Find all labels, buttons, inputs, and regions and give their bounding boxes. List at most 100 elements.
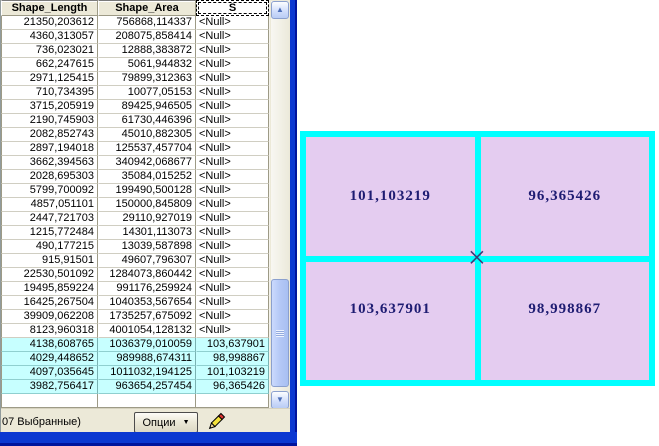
table-cell[interactable]: 98,998867 — [196, 352, 269, 366]
table-cell[interactable]: 199490,500128 — [98, 184, 196, 198]
parcel-feature-bottom-left[interactable]: 103,637901 — [306, 261, 475, 380]
table-cell[interactable]: 2447,721703 — [1, 212, 98, 226]
table-cell[interactable]: 4001054,128132 — [98, 324, 196, 338]
table-row[interactable]: 4360,313057 208075,858414 <Null> — [1, 30, 269, 44]
table-cell[interactable]: 1036379,010059 — [98, 338, 196, 352]
empty-cell[interactable] — [1, 394, 98, 408]
table-cell[interactable]: <Null> — [196, 30, 269, 44]
table-row[interactable]: 3715,205919 89425,946505 <Null> — [1, 100, 269, 114]
table-row[interactable]: 4097,035645 1011032,194125 101,103219 — [1, 366, 269, 380]
parcel-feature-top-left[interactable]: 101,103219 — [306, 137, 475, 256]
table-cell[interactable]: 21350,203612 — [1, 16, 98, 30]
table-cell[interactable]: <Null> — [196, 296, 269, 310]
table-cell[interactable]: <Null> — [196, 282, 269, 296]
table-cell[interactable]: 125537,457704 — [98, 142, 196, 156]
table-cell[interactable]: <Null> — [196, 226, 269, 240]
table-cell[interactable]: 710,734395 — [1, 86, 98, 100]
table-row[interactable]: 2190,745903 61730,446396 <Null> — [1, 114, 269, 128]
table-row[interactable]: 915,91501 49607,796307 <Null> — [1, 254, 269, 268]
table-cell[interactable]: 1215,772484 — [1, 226, 98, 240]
table-row[interactable]: 490,177215 13039,587898 <Null> — [1, 240, 269, 254]
table-cell[interactable]: 150000,845809 — [98, 198, 196, 212]
table-cell[interactable]: 29110,927019 — [98, 212, 196, 226]
table-cell[interactable]: 79899,312363 — [98, 72, 196, 86]
table-cell[interactable]: 208075,858414 — [98, 30, 196, 44]
table-row[interactable]: 3982,756417 963654,257454 96,365426 — [1, 380, 269, 394]
parcel-feature-top-right[interactable]: 96,365426 — [480, 137, 649, 256]
table-cell[interactable]: 989988,674311 — [98, 352, 196, 366]
table-cell[interactable]: 101,103219 — [196, 366, 269, 380]
table-cell[interactable]: 39909,062208 — [1, 310, 98, 324]
empty-cell[interactable] — [98, 394, 196, 408]
table-row[interactable]: 736,023021 12888,383872 <Null> — [1, 44, 269, 58]
table-cell[interactable]: 103,637901 — [196, 338, 269, 352]
table-cell[interactable]: 3715,205919 — [1, 100, 98, 114]
table-cell[interactable]: 2971,125415 — [1, 72, 98, 86]
table-cell[interactable]: <Null> — [196, 268, 269, 282]
table-row[interactable]: 21350,203612 756868,114337 <Null> — [1, 16, 269, 30]
table-cell[interactable]: 12888,383872 — [98, 44, 196, 58]
table-cell[interactable]: 1284073,860442 — [98, 268, 196, 282]
table-cell[interactable]: 340942,068677 — [98, 156, 196, 170]
table-cell[interactable]: 16425,267504 — [1, 296, 98, 310]
table-cell[interactable]: <Null> — [196, 254, 269, 268]
table-cell[interactable]: 5799,700092 — [1, 184, 98, 198]
parcel-feature-bottom-right[interactable]: 98,998867 — [480, 261, 649, 380]
table-cell[interactable]: 2190,745903 — [1, 114, 98, 128]
table-cell[interactable]: 991176,259924 — [98, 282, 196, 296]
table-empty-row[interactable] — [1, 394, 269, 408]
table-cell[interactable]: 2028,695303 — [1, 170, 98, 184]
table-cell[interactable]: <Null> — [196, 310, 269, 324]
table-cell[interactable]: <Null> — [196, 198, 269, 212]
table-row[interactable]: 2082,852743 45010,882305 <Null> — [1, 128, 269, 142]
table-cell[interactable]: 22530,501092 — [1, 268, 98, 282]
table-cell[interactable]: <Null> — [196, 86, 269, 100]
scrollbar-thumb[interactable] — [271, 279, 289, 387]
table-cell[interactable]: 89425,946505 — [98, 100, 196, 114]
table-cell[interactable]: 490,177215 — [1, 240, 98, 254]
table-cell[interactable]: <Null> — [196, 100, 269, 114]
table-cell[interactable]: <Null> — [196, 184, 269, 198]
table-cell[interactable]: <Null> — [196, 170, 269, 184]
table-cell[interactable]: 49607,796307 — [98, 254, 196, 268]
table-cell[interactable]: 35084,015252 — [98, 170, 196, 184]
table-cell[interactable]: 662,247615 — [1, 58, 98, 72]
table-cell[interactable]: 4360,313057 — [1, 30, 98, 44]
table-cell[interactable]: 2082,852743 — [1, 128, 98, 142]
table-cell[interactable]: <Null> — [196, 114, 269, 128]
table-cell[interactable]: <Null> — [196, 72, 269, 86]
table-cell[interactable]: 8123,960318 — [1, 324, 98, 338]
scroll-up-button[interactable]: ▲ — [271, 1, 289, 19]
table-row[interactable]: 16425,267504 1040353,567654 <Null> — [1, 296, 269, 310]
column-header-shape-length[interactable]: Shape_Length — [1, 0, 98, 16]
table-row[interactable]: 8123,960318 4001054,128132 <Null> — [1, 324, 269, 338]
table-cell[interactable]: 14301,113073 — [98, 226, 196, 240]
table-cell[interactable]: 1011032,194125 — [98, 366, 196, 380]
vertical-scrollbar[interactable]: ▲ ▼ — [271, 1, 289, 409]
table-cell[interactable]: 736,023021 — [1, 44, 98, 58]
table-row[interactable]: 2028,695303 35084,015252 <Null> — [1, 170, 269, 184]
table-row[interactable]: 3662,394563 340942,068677 <Null> — [1, 156, 269, 170]
table-row[interactable]: 662,247615 5061,944832 <Null> — [1, 58, 269, 72]
options-button[interactable]: Опции ▼ — [134, 412, 198, 433]
table-cell[interactable]: 96,365426 — [196, 380, 269, 394]
table-row[interactable]: 710,734395 10077,05153 <Null> — [1, 86, 269, 100]
table-cell[interactable]: <Null> — [196, 142, 269, 156]
table-row[interactable]: 39909,062208 1735257,675092 <Null> — [1, 310, 269, 324]
scroll-down-button[interactable]: ▼ — [271, 391, 289, 409]
table-cell[interactable]: 61730,446396 — [98, 114, 196, 128]
table-cell[interactable]: <Null> — [196, 58, 269, 72]
table-row[interactable]: 4138,608765 1036379,010059 103,637901 — [1, 338, 269, 352]
table-row[interactable]: 2447,721703 29110,927019 <Null> — [1, 212, 269, 226]
table-cell[interactable]: 3662,394563 — [1, 156, 98, 170]
table-cell[interactable]: 4857,051101 — [1, 198, 98, 212]
table-cell[interactable]: <Null> — [196, 212, 269, 226]
table-cell[interactable]: 1040353,567654 — [98, 296, 196, 310]
table-cell[interactable]: 756868,114337 — [98, 16, 196, 30]
table-row[interactable]: 5799,700092 199490,500128 <Null> — [1, 184, 269, 198]
table-row[interactable]: 2971,125415 79899,312363 <Null> — [1, 72, 269, 86]
table-cell[interactable]: <Null> — [196, 44, 269, 58]
table-cell[interactable]: 13039,587898 — [98, 240, 196, 254]
table-cell[interactable]: 4138,608765 — [1, 338, 98, 352]
table-cell[interactable]: 963654,257454 — [98, 380, 196, 394]
